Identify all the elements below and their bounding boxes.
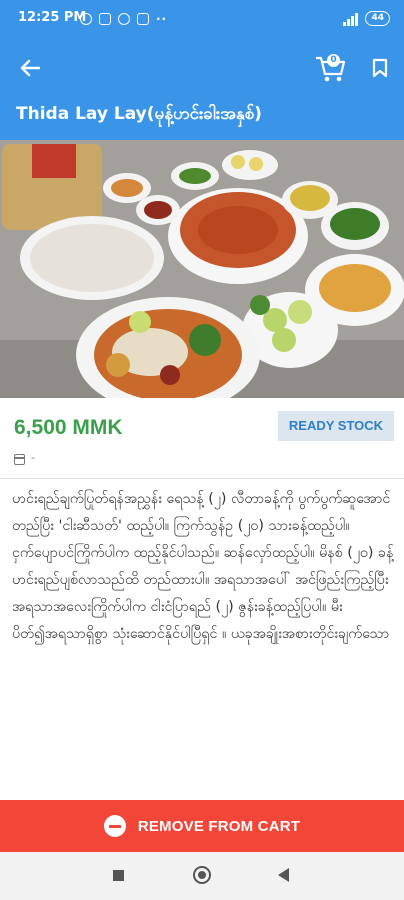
system-nav-bar [0, 852, 404, 900]
minus-circle-icon [103, 815, 126, 837]
cart-button[interactable]: 0 [314, 52, 348, 84]
remove-from-cart-button[interactable]: REMOVE FROM CART [0, 800, 404, 852]
overflow-dots: ·· [156, 12, 168, 26]
food-photo [0, 140, 404, 398]
signal-icon [343, 12, 359, 26]
bookmark-button[interactable] [366, 54, 394, 82]
arrow-back-icon [20, 59, 40, 77]
product-image [0, 140, 404, 398]
date-text: - [31, 451, 35, 464]
battery-icon: 44 [365, 11, 390, 26]
app-bar: 0 Thida Lay Lay(မုန့်ဟင်းခါးအနှစ်) [0, 40, 404, 140]
gallery-icon [99, 13, 111, 25]
remove-from-cart-label: REMOVE FROM CART [137, 817, 301, 835]
status-bar: 12:25 PM ·· 44 [0, 0, 404, 40]
bookmark-icon [372, 58, 388, 78]
stock-status-badge: READY STOCK [278, 411, 394, 441]
status-time: 12:25 PM [18, 10, 87, 25]
divider [0, 478, 404, 479]
cart-count-badge: 0 [327, 54, 340, 67]
messenger-icon [137, 13, 149, 25]
alarm-icon [80, 13, 92, 25]
nav-back-button[interactable] [278, 868, 289, 882]
facebook-icon [118, 13, 130, 25]
recents-button[interactable] [113, 870, 124, 881]
price-section: 6,500 MMK READY STOCK - [0, 398, 404, 478]
status-right: 44 [343, 11, 390, 26]
product-description: ဟင်းရည်ချက်ပြုတ်ရန်အညွှန်း ရေသန့် (၂) လီ… [12, 491, 394, 642]
home-button[interactable] [193, 866, 211, 884]
product-price: 6,500 MMK [14, 416, 123, 439]
shop-title: Thida Lay Lay(မုန့်ဟင်းခါးအနှစ်) [16, 104, 262, 124]
calendar-icon [14, 454, 25, 465]
back-button[interactable] [14, 54, 46, 82]
notification-icons: ·· [80, 12, 167, 26]
